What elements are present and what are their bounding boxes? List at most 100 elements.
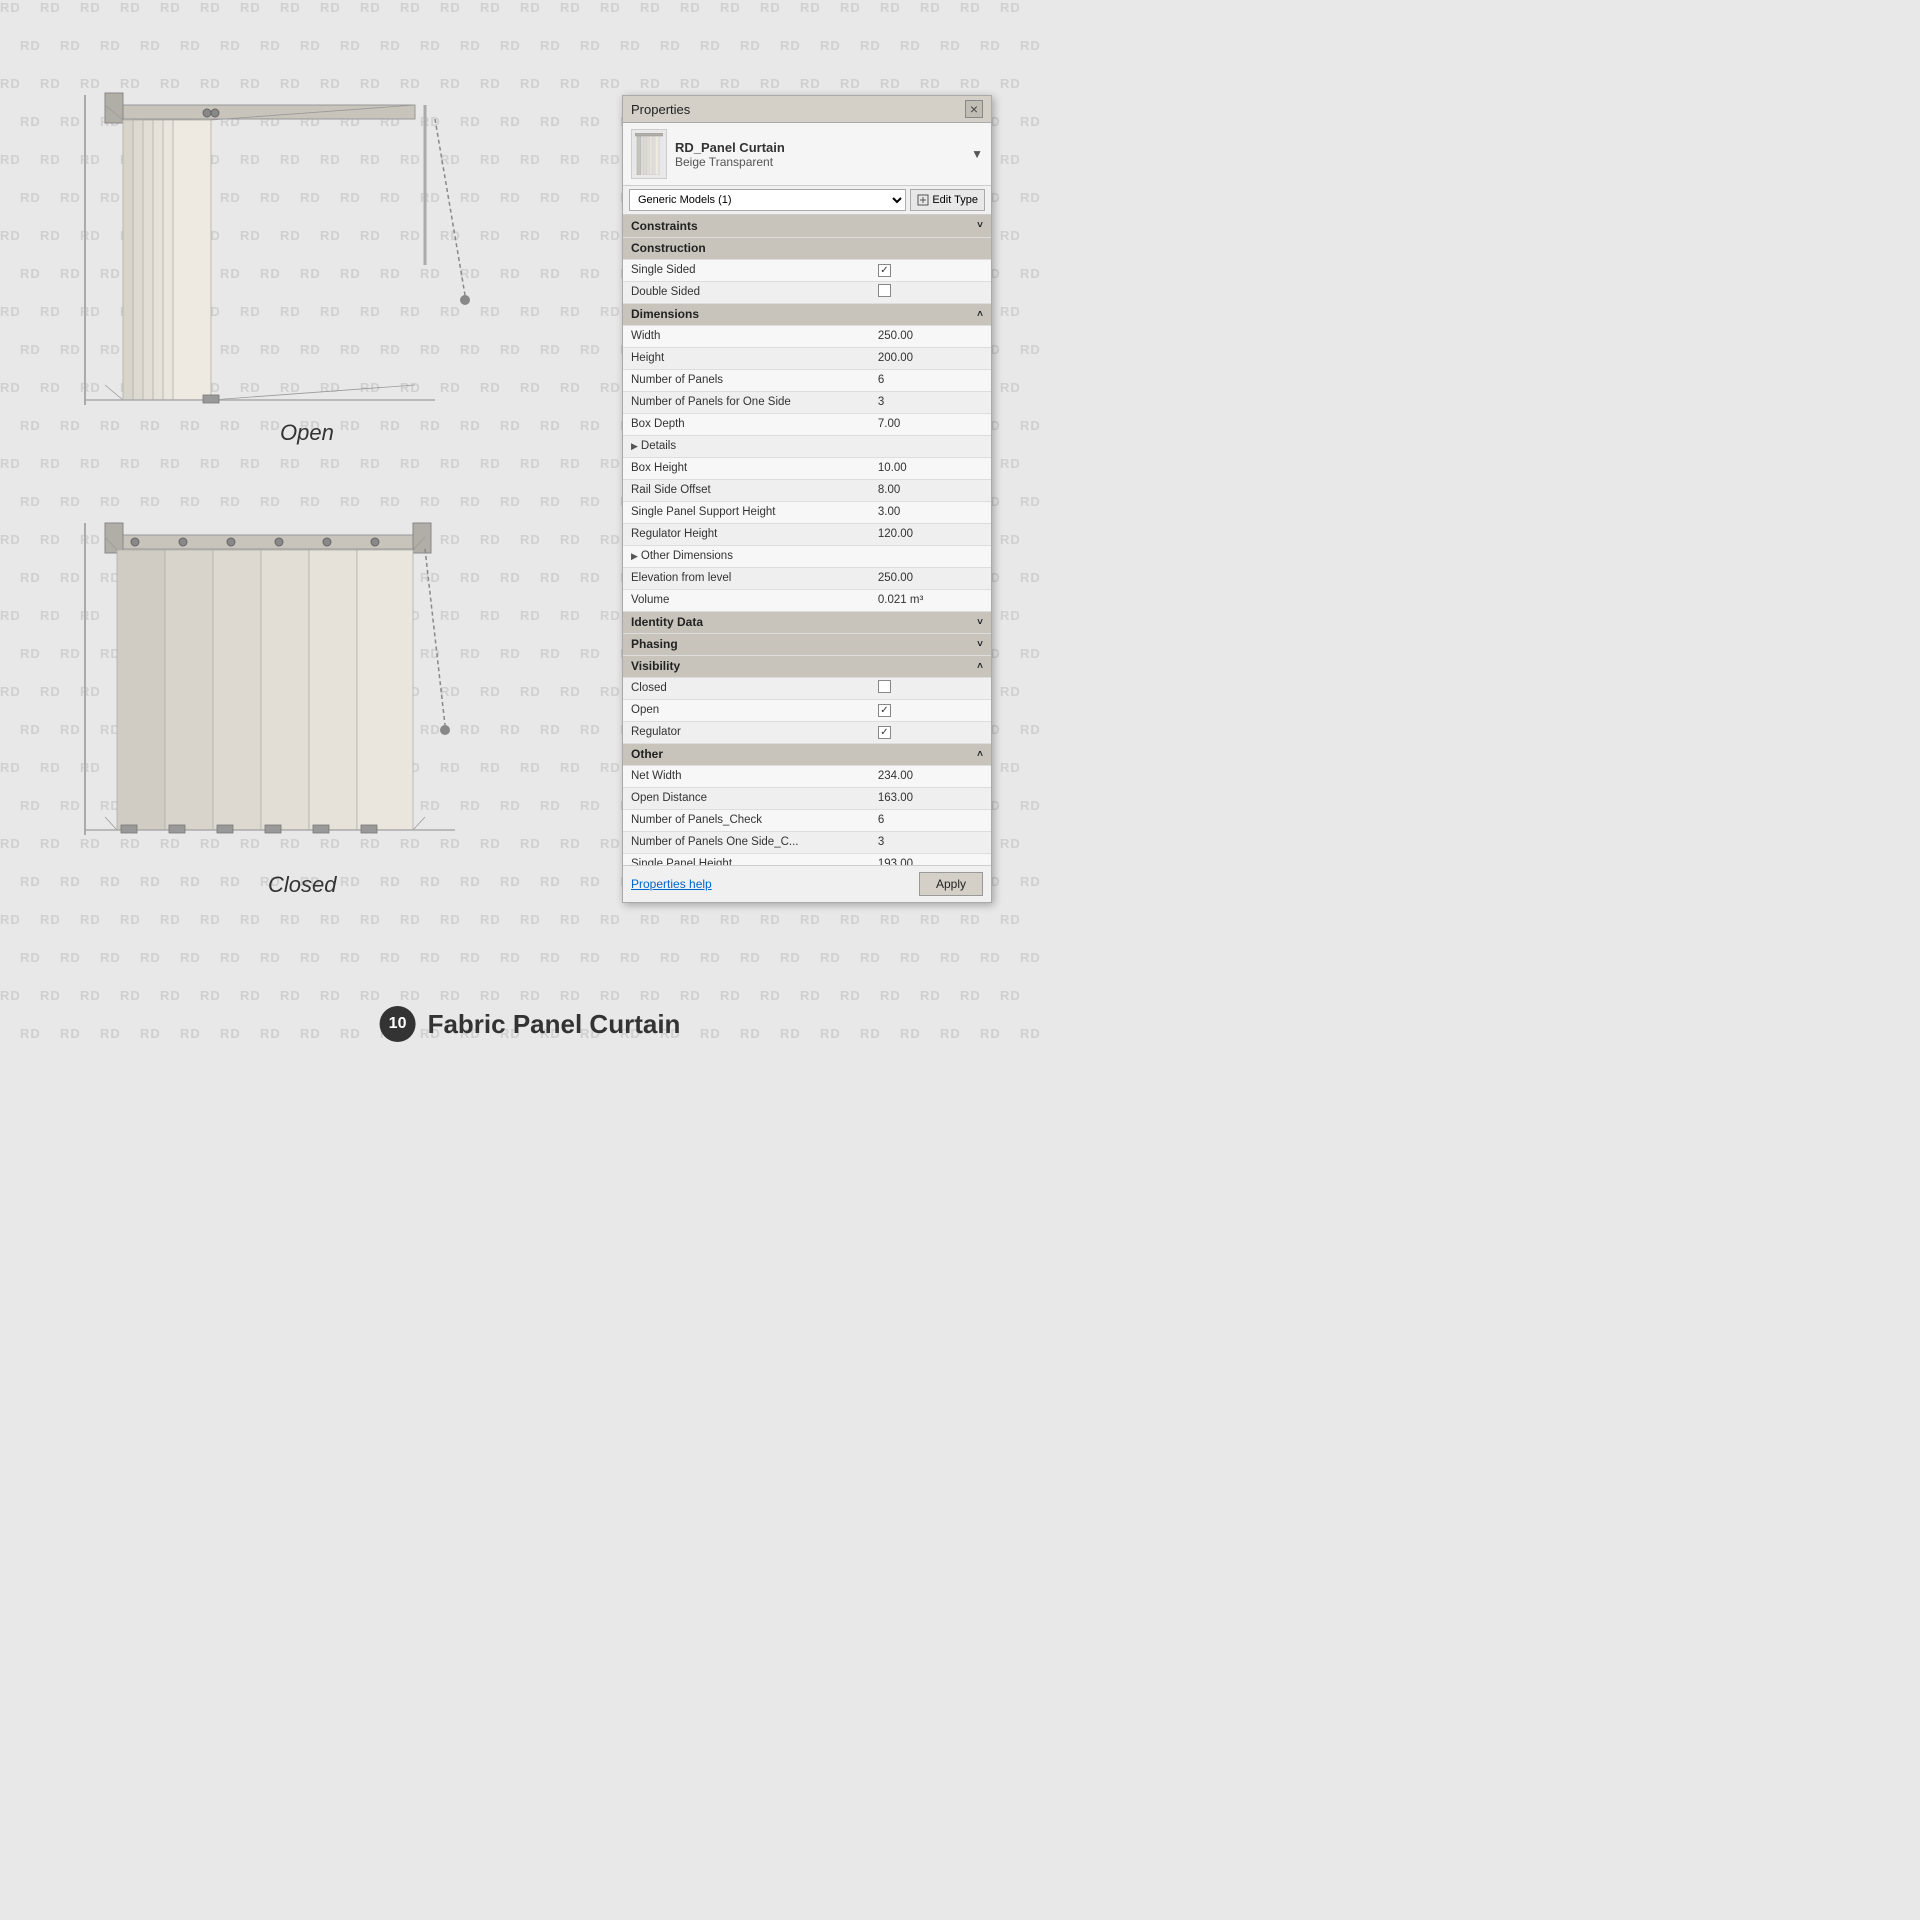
close-button[interactable]: × (965, 100, 983, 118)
section-header-visibility: Visibility ˄ (623, 655, 991, 677)
table-row: ▶Other Dimensions (623, 545, 991, 567)
prop-value[interactable]: 8.00 (878, 484, 900, 496)
prop-value[interactable]: 200.00 (878, 352, 913, 364)
section-label-phasing: Phasing (631, 637, 678, 651)
panel-title: Properties (631, 102, 690, 117)
section-label-visibility: Visibility (631, 659, 680, 673)
prop-label: Box Depth (631, 418, 685, 430)
section-header-identity_data: Identity Data ˅ (623, 611, 991, 633)
table-row: Single Sided✓ (623, 259, 991, 281)
properties-table-container: Constraints ˅ ConstructionSingle Sided✓ Dou… (623, 215, 991, 865)
prop-value[interactable]: 193.00 (878, 858, 913, 865)
prop-label: Open (631, 704, 659, 716)
family-icon (631, 129, 667, 179)
panel-footer: Properties help Apply (623, 865, 991, 902)
prop-value[interactable]: 3 (878, 836, 884, 848)
section-collapse-arrow-identity_data[interactable]: ˅ (977, 617, 983, 628)
table-row: Number of Panels6 (623, 369, 991, 391)
prop-label: Rail Side Offset (631, 484, 711, 496)
table-row: Box Depth 7.00 (623, 413, 991, 435)
prop-value[interactable]: 10.00 (878, 462, 907, 474)
prop-label: Open Distance (631, 792, 707, 804)
prop-label: Regulator Height (631, 528, 717, 540)
section-collapse-arrow-dimensions[interactable]: ˄ (977, 309, 983, 320)
expand-arrow: ▶ (631, 551, 638, 562)
prop-label: Closed (631, 682, 667, 694)
section-label-identity_data: Identity Data (631, 615, 703, 629)
edit-icon (917, 194, 929, 206)
expandable-row[interactable]: ▶Other Dimensions (631, 550, 983, 562)
checkbox-unchecked[interactable] (878, 284, 891, 297)
prop-value[interactable]: 3 (878, 396, 884, 408)
prop-value[interactable]: 6 (878, 374, 884, 386)
prop-value[interactable]: 120.00 (878, 528, 913, 540)
expandable-row[interactable]: ▶Details (631, 440, 983, 452)
prop-label: Height (631, 352, 664, 364)
prop-value[interactable]: 3.00 (878, 506, 900, 518)
dropdown-arrow[interactable]: ▼ (971, 147, 983, 161)
prop-label: Number of Panels_Check (631, 814, 762, 826)
prop-value[interactable]: 0.021 m³ (878, 594, 923, 606)
table-row: ▶Details (623, 435, 991, 457)
prop-label: Net Width (631, 770, 682, 782)
table-row: Closed (623, 677, 991, 699)
prop-value[interactable]: 250.00 (878, 330, 913, 342)
prop-label: Volume (631, 594, 669, 606)
section-label-other: Other (631, 747, 663, 761)
table-row: Width 250.00 (623, 325, 991, 347)
section-collapse-arrow-visibility[interactable]: ˄ (977, 661, 983, 672)
prop-label: Single Panel Support Height (631, 506, 776, 518)
section-header-other: Other ˄ (623, 743, 991, 765)
checkbox-checked[interactable]: ✓ (878, 704, 891, 717)
label-open: Open (280, 420, 334, 446)
type-selector[interactable]: Generic Models (1) (629, 189, 906, 211)
table-row: Double Sided (623, 281, 991, 303)
prop-value[interactable]: 250.00 (878, 572, 913, 584)
section-header-constraints: Constraints ˅ (623, 215, 991, 237)
table-row: Regulator Height 120.00 (623, 523, 991, 545)
checkbox-unchecked[interactable] (878, 680, 891, 693)
label-closed: Closed (268, 872, 336, 898)
section-label-constraints: Constraints (631, 219, 698, 233)
checkbox-checked[interactable]: ✓ (878, 264, 891, 277)
properties-help-link[interactable]: Properties help (631, 877, 712, 891)
prop-label: Width (631, 330, 660, 342)
section-label-dimensions: Dimensions (631, 307, 699, 321)
section-header-construction: Construction (623, 237, 991, 259)
checkbox-checked[interactable]: ✓ (878, 726, 891, 739)
section-collapse-arrow-phasing[interactable]: ˅ (977, 639, 983, 650)
table-row: Elevation from level250.00 (623, 567, 991, 589)
properties-panel: Properties × RD_Panel Curtain Beige Tran… (622, 95, 992, 903)
prop-label: Box Height (631, 462, 687, 474)
prop-value[interactable]: 7.00 (878, 418, 900, 430)
table-row: Open ✓ (623, 699, 991, 721)
prop-label: Number of Panels for One Side (631, 396, 791, 408)
panel-titlebar: Properties × (623, 96, 991, 123)
prop-value[interactable]: 163.00 (878, 792, 913, 804)
table-row: Single Panel Height193.00 (623, 853, 991, 865)
prop-label-expandable: Details (641, 440, 676, 452)
table-row: Volume 0.021 m³ (623, 589, 991, 611)
section-collapse-arrow-constraints[interactable]: ˅ (977, 220, 983, 231)
family-type: Beige Transparent (675, 155, 785, 169)
table-row: Height 200.00 (623, 347, 991, 369)
title-badge: 10 (380, 1006, 416, 1042)
section-collapse-arrow-other[interactable]: ˄ (977, 749, 983, 760)
table-row: Rail Side Offset 8.00 (623, 479, 991, 501)
page-title: Fabric Panel Curtain (428, 1009, 681, 1040)
apply-button[interactable]: Apply (919, 872, 983, 896)
open-curtain-illustration (55, 65, 515, 465)
table-row: Box Height 10.00 (623, 457, 991, 479)
prop-label: Regulator (631, 726, 681, 738)
prop-value[interactable]: 234.00 (878, 770, 913, 782)
table-row: Single Panel Support Height 3.00 (623, 501, 991, 523)
type-selector-row: Generic Models (1) Edit Type (623, 186, 991, 215)
prop-label: Double Sided (631, 286, 700, 298)
prop-label-expandable: Other Dimensions (641, 550, 733, 562)
section-header-phasing: Phasing ˅ (623, 633, 991, 655)
prop-value[interactable]: 6 (878, 814, 884, 826)
table-row: Open Distance 163.00 (623, 787, 991, 809)
family-name: RD_Panel Curtain (675, 140, 785, 155)
table-row: Net Width 234.00 (623, 765, 991, 787)
edit-type-button[interactable]: Edit Type (910, 189, 985, 211)
